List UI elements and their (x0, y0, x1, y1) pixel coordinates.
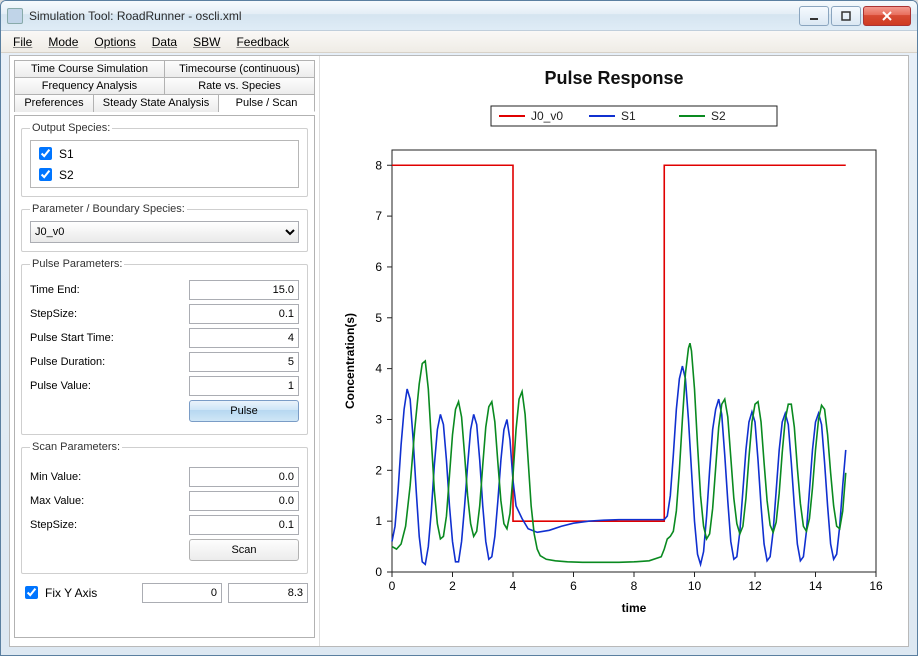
close-button[interactable] (863, 6, 911, 26)
svg-text:time: time (622, 601, 647, 615)
menu-feedback[interactable]: Feedback (228, 33, 297, 51)
client-area: Time Course Simulation Timecourse (conti… (9, 55, 909, 647)
window-title: Simulation Tool: RoadRunner - oscli.xml (29, 9, 797, 23)
tab-strip: Time Course Simulation Timecourse (conti… (14, 60, 315, 112)
svg-text:14: 14 (809, 579, 823, 593)
parameter-select[interactable]: J0_v0 (30, 221, 299, 243)
tab-pulse-scan[interactable]: Pulse / Scan (219, 94, 315, 112)
group-scan-params: Scan Parameters: Min Value: Max Value: S… (21, 441, 308, 574)
app-window: Simulation Tool: RoadRunner - oscli.xml … (0, 0, 918, 656)
scan-button[interactable]: Scan (189, 539, 299, 561)
tab-body: Output Species: S1 S2 Parameter / Bounda… (14, 115, 315, 638)
svg-text:1: 1 (375, 514, 382, 528)
group-parameter: Parameter / Boundary Species: J0_v0 (21, 203, 308, 252)
svg-text:5: 5 (375, 311, 382, 325)
label-val: Pulse Value: (30, 380, 185, 392)
menu-data[interactable]: Data (144, 33, 185, 51)
titlebar[interactable]: Simulation Tool: RoadRunner - oscli.xml (1, 1, 917, 31)
tab-frequency[interactable]: Frequency Analysis (14, 77, 165, 94)
label-max: Max Value: (30, 495, 185, 507)
group-pulse-params: Pulse Parameters: Time End: StepSize: Pu… (21, 258, 308, 435)
chart-title: Pulse Response (320, 68, 908, 89)
checkbox-s2[interactable] (39, 168, 52, 181)
svg-text:12: 12 (748, 579, 762, 593)
tab-rate-vs-species[interactable]: Rate vs. Species (165, 77, 315, 94)
svg-text:Concentration(s): Concentration(s) (343, 313, 357, 409)
svg-text:6: 6 (375, 260, 382, 274)
label-scan-params: Scan Parameters: (30, 441, 122, 453)
label-step: StepSize: (30, 308, 185, 320)
menubar: File Mode Options Data SBW Feedback (1, 31, 917, 53)
svg-text:0: 0 (375, 565, 382, 579)
fix-y-check[interactable]: Fix Y Axis (21, 582, 136, 603)
minimize-button[interactable] (799, 6, 829, 26)
chart-area: Pulse Response J0_v0S1S20246810121416012… (320, 56, 908, 646)
input-val[interactable] (189, 376, 299, 396)
svg-text:S2: S2 (711, 109, 726, 123)
menu-mode[interactable]: Mode (40, 33, 86, 51)
label-pulse-params: Pulse Parameters: (30, 258, 124, 270)
input-start[interactable] (189, 328, 299, 348)
group-output-species: Output Species: S1 S2 (21, 122, 308, 197)
maximize-button[interactable] (831, 6, 861, 26)
checkbox-s1[interactable] (39, 147, 52, 160)
chart: J0_v0S1S20246810121416012345678timeConce… (336, 102, 892, 622)
tab-preferences[interactable]: Preferences (14, 94, 94, 112)
input-fix-hi[interactable] (228, 583, 308, 603)
pulse-button[interactable]: Pulse (189, 400, 299, 422)
tab-steady-state[interactable]: Steady State Analysis (94, 94, 219, 112)
input-fix-lo[interactable] (142, 583, 222, 603)
svg-text:0: 0 (389, 579, 396, 593)
svg-text:3: 3 (375, 412, 382, 426)
svg-text:2: 2 (449, 579, 456, 593)
input-dur[interactable] (189, 352, 299, 372)
svg-text:16: 16 (869, 579, 883, 593)
svg-text:J0_v0: J0_v0 (531, 109, 563, 123)
input-time-end[interactable] (189, 280, 299, 300)
species-s2[interactable]: S2 (35, 164, 294, 185)
svg-text:4: 4 (510, 579, 517, 593)
svg-text:4: 4 (375, 362, 382, 376)
svg-text:2: 2 (375, 463, 382, 477)
svg-text:7: 7 (375, 209, 382, 223)
svg-text:6: 6 (570, 579, 577, 593)
fix-y-row: Fix Y Axis (21, 582, 308, 603)
tab-timecourse-cont[interactable]: Timecourse (continuous) (165, 60, 315, 77)
label-dur: Pulse Duration: (30, 356, 185, 368)
label-output-species: Output Species: (30, 122, 112, 134)
input-min[interactable] (189, 467, 299, 487)
label-parameter: Parameter / Boundary Species: (30, 203, 187, 215)
svg-text:S1: S1 (621, 109, 636, 123)
label-time-end: Time End: (30, 284, 185, 296)
menu-file[interactable]: File (5, 33, 40, 51)
menu-sbw[interactable]: SBW (185, 33, 228, 51)
svg-text:8: 8 (631, 579, 638, 593)
input-max[interactable] (189, 491, 299, 511)
svg-text:10: 10 (688, 579, 702, 593)
label-start: Pulse Start Time: (30, 332, 185, 344)
svg-text:8: 8 (375, 158, 382, 172)
app-icon (7, 8, 23, 24)
species-s1[interactable]: S1 (35, 143, 294, 164)
label-min: Min Value: (30, 471, 185, 483)
input-scan-step[interactable] (189, 515, 299, 535)
left-panel: Time Course Simulation Timecourse (conti… (10, 56, 320, 646)
checkbox-fix-y[interactable] (25, 586, 38, 599)
menu-options[interactable]: Options (86, 33, 143, 51)
output-species-list[interactable]: S1 S2 (30, 140, 299, 188)
label-scan-step: StepSize: (30, 519, 185, 531)
input-step[interactable] (189, 304, 299, 324)
tab-time-course[interactable]: Time Course Simulation (14, 60, 165, 77)
